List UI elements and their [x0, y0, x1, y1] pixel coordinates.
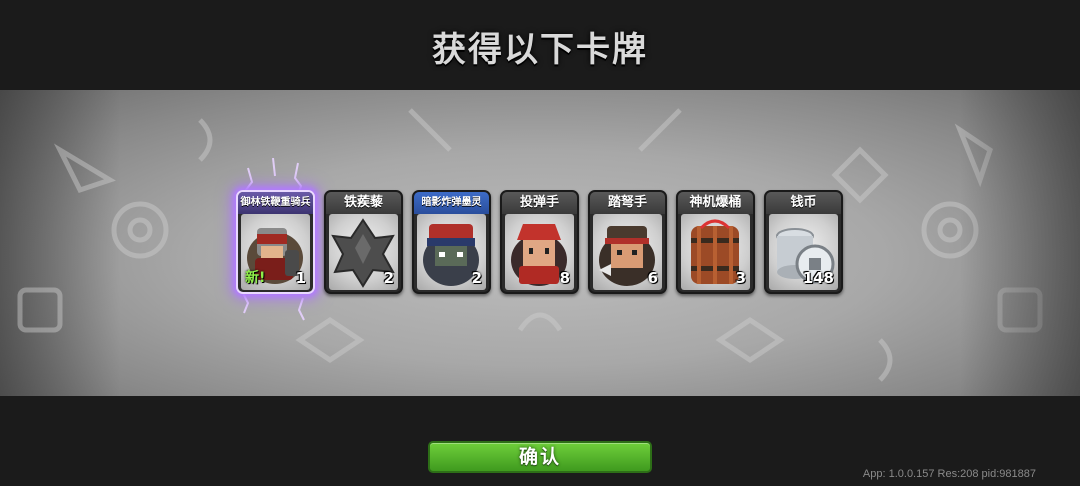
card-name: 踏弩手 — [590, 192, 665, 214]
card-count: 2 — [383, 269, 394, 287]
reward-card[interactable]: 暗影炸弹墨灵 2 — [412, 190, 491, 294]
card-count: 6 — [647, 269, 658, 287]
reward-title: 获得以下卡牌 — [432, 30, 648, 70]
version-info: App: 1.0.0.157 Res:208 pid:981887 — [862, 468, 1036, 480]
reward-card[interactable]: 铁蒺藜 2 — [324, 190, 403, 294]
card-name: 铁蒺藜 — [326, 192, 401, 214]
confirm-button[interactable]: 确认 — [428, 441, 652, 473]
reward-card[interactable]: 投弹手 8 — [500, 190, 579, 294]
card-art: 6 — [593, 214, 662, 290]
card-count: 2 — [471, 269, 482, 287]
reward-card[interactable]: 踏弩手 6 — [588, 190, 667, 294]
card-count: 148 — [802, 269, 834, 287]
reward-card[interactable]: 御林铁鞭重骑兵 新! 1 — [236, 190, 315, 294]
card-name: 神机爆桶 — [678, 192, 753, 214]
card-count: 3 — [735, 269, 746, 287]
card-art: 3 — [681, 214, 750, 290]
card-art: 2 — [417, 214, 486, 290]
card-name: 钱币 — [766, 192, 841, 214]
card-art: 148 — [769, 214, 838, 290]
card-count: 8 — [559, 269, 570, 287]
card-name: 暗影炸弹墨灵 — [414, 192, 489, 214]
card-art: 8 — [505, 214, 574, 290]
reward-card[interactable]: 钱币 148 — [764, 190, 843, 294]
reward-card-row: 御林铁鞭重骑兵 新! 1 铁蒺藜 2 暗影炸弹墨灵 2 投弹手 8 踏弩手 6 … — [236, 190, 843, 296]
new-badge: 新! — [245, 270, 266, 286]
card-count: 1 — [295, 269, 306, 287]
card-name: 投弹手 — [502, 192, 577, 214]
card-art: 新! 1 — [241, 214, 310, 290]
reward-card[interactable]: 神机爆桶 3 — [676, 190, 755, 294]
card-name: 御林铁鞭重骑兵 — [238, 192, 313, 214]
card-art: 2 — [329, 214, 398, 290]
